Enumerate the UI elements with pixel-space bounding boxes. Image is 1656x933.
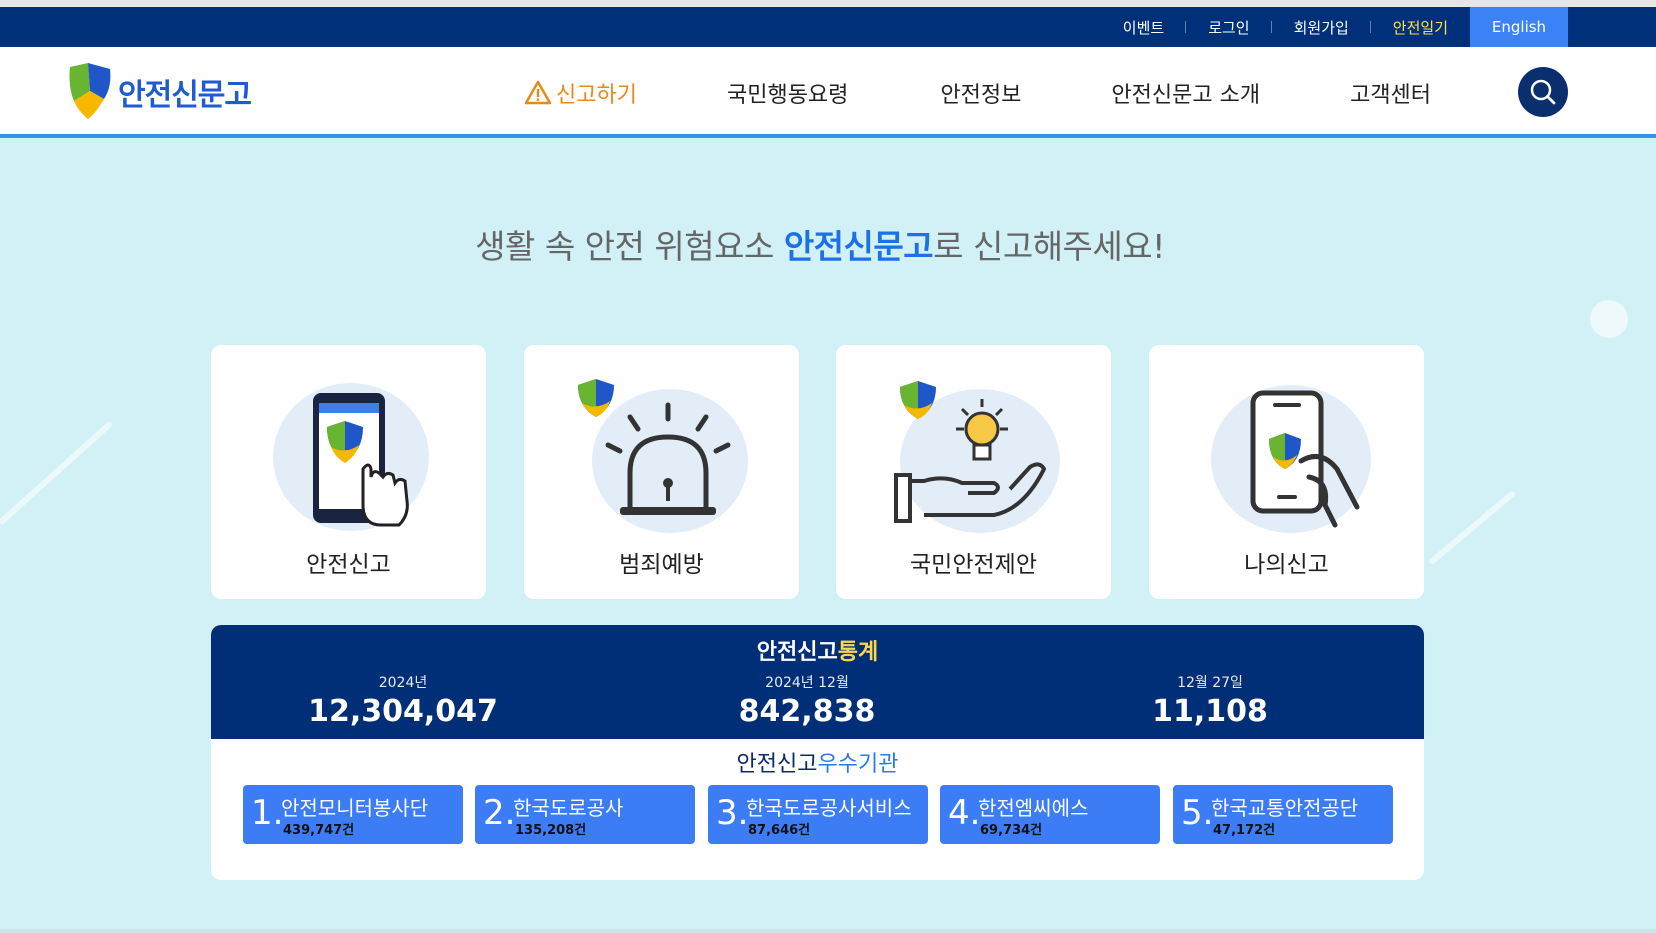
agency-rank: 2. — [483, 793, 516, 833]
agency-item[interactable]: 3. 한국도로공사서비스 87,646건 — [708, 785, 928, 844]
stat-caption: 2024년 12월 — [765, 675, 849, 691]
login-link[interactable]: 로그인 — [1186, 17, 1273, 38]
warning-icon — [524, 80, 552, 104]
page-bottom-border — [0, 929, 1656, 933]
agency-count: 47,172건 — [1213, 823, 1276, 838]
agency-item[interactable]: 5. 한국교통안전공단 47,172건 — [1173, 785, 1393, 844]
stat-caption: 2024년 — [378, 675, 428, 691]
search-button[interactable] — [1518, 67, 1568, 117]
stat-daily: 12월 27일 11,108 — [1060, 672, 1360, 729]
phone-hand-icon — [1210, 385, 1371, 533]
page-headline: 생활 속 안전 위험요소 안전신문고로 신고해주세요! — [475, 227, 1165, 266]
stats-title: 안전신고통계 — [756, 640, 879, 665]
card-label: 나의신고 — [1244, 552, 1329, 578]
card-label: 범죄예방 — [619, 552, 704, 578]
logo-text: 안전신문고 — [118, 78, 252, 113]
stats-panel: 안전신고통계 2024년 12,304,047 2024년 12월 842,83… — [211, 625, 1424, 880]
search-icon — [1530, 79, 1556, 105]
agency-count: 69,734건 — [980, 823, 1043, 838]
agency-name: 한국교통안전공단 — [1211, 796, 1359, 820]
card-my-reports[interactable]: 나의신고 — [1149, 345, 1424, 599]
agency-rank: 1. — [251, 793, 284, 833]
nav-action-guide[interactable]: 국민행동요령 — [727, 77, 848, 109]
safety-diary-link[interactable]: 안전일기 — [1371, 17, 1470, 38]
card-safety-proposal[interactable]: 국민안전제안 — [836, 345, 1111, 599]
nav-safety-info[interactable]: 안전정보 — [940, 77, 1021, 109]
idea-hand-icon — [893, 381, 1060, 533]
utility-bar: 이벤트 로그인 회원가입 안전일기 English — [0, 7, 1656, 47]
stat-caption: 12월 27일 — [1177, 675, 1243, 691]
stat-monthly: 2024년 12월 842,838 — [657, 672, 957, 729]
agency-rank: 4. — [948, 793, 981, 833]
signup-link[interactable]: 회원가입 — [1272, 17, 1372, 38]
agency-rank: 5. — [1181, 793, 1214, 833]
agency-count: 135,208건 — [515, 823, 587, 838]
top-agencies-title: 안전신고우수기관 — [736, 752, 899, 777]
english-button[interactable]: English — [1470, 7, 1568, 47]
agency-item[interactable]: 4. 한전엠씨에스 69,734건 — [940, 785, 1160, 844]
site-logo[interactable]: 안전신문고 — [66, 61, 252, 123]
agency-item[interactable]: 1. 안전모니터봉사단 439,747건 — [243, 785, 463, 844]
card-crime-prevention[interactable]: 범죄예방 — [524, 345, 799, 599]
event-link[interactable]: 이벤트 — [1101, 17, 1187, 38]
nav-report[interactable]: 신고하기 — [524, 77, 637, 109]
main-nav: 신고하기 국민행동요령 안전정보 안전신문고 소개 고객센터 — [524, 47, 1431, 138]
decoration-line — [0, 420, 114, 526]
siren-icon — [577, 379, 748, 533]
browser-strip — [0, 0, 1656, 7]
stat-value: 842,838 — [738, 694, 876, 729]
main-header: 안전신문고 신고하기 국민행동요령 안전정보 안전신문고 소개 고객센터 — [0, 47, 1656, 138]
nav-report-label: 신고하기 — [556, 82, 637, 108]
card-label: 안전신고 — [306, 552, 391, 578]
nav-about[interactable]: 안전신문고 소개 — [1111, 77, 1260, 109]
agency-count: 439,747건 — [283, 823, 355, 838]
agency-name: 안전모니터봉사단 — [281, 796, 429, 820]
card-label: 국민안전제안 — [910, 552, 1037, 578]
stat-value: 11,108 — [1152, 694, 1268, 729]
shield-logo-icon — [69, 63, 111, 119]
agency-name: 한국도로공사 — [513, 796, 624, 820]
stats-summary: 안전신고통계 2024년 12,304,047 2024년 12월 842,83… — [211, 625, 1424, 739]
phone-touch-icon — [272, 383, 429, 531]
card-safety-report[interactable]: 안전신고 — [211, 345, 486, 599]
agency-name: 한국도로공사서비스 — [746, 796, 912, 820]
decoration-circle — [1590, 300, 1628, 338]
agency-item[interactable]: 2. 한국도로공사 135,208건 — [475, 785, 695, 844]
agency-name: 한전엠씨에스 — [978, 796, 1089, 820]
stat-value: 12,304,047 — [308, 694, 498, 729]
agency-count: 87,646건 — [748, 823, 811, 838]
nav-customer-center[interactable]: 고객센터 — [1350, 77, 1431, 109]
agency-rank: 3. — [716, 793, 749, 833]
stat-yearly: 2024년 12,304,047 — [253, 672, 553, 729]
decoration-line — [1428, 489, 1517, 566]
